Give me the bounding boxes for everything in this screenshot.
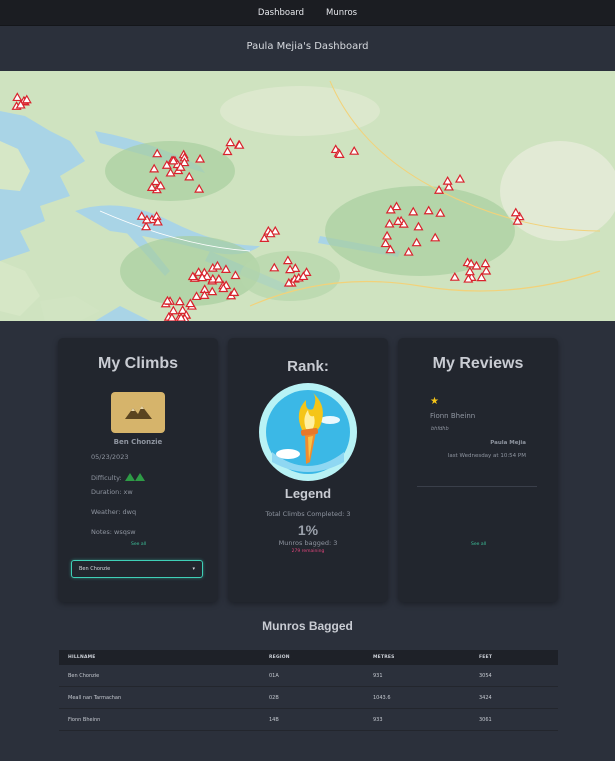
rank-badge: [258, 382, 358, 486]
difficulty-triangle-icon: [124, 473, 135, 481]
review-divider: [417, 486, 537, 487]
cell-metres: 931: [364, 665, 470, 687]
my-climbs-card: My Climbs Ben Chonzie 05/23/2023 Difficu…: [58, 338, 218, 602]
rank-title: Rank:: [287, 358, 329, 375]
top-navbar: Dashboard Munros: [0, 0, 615, 26]
cell-metres: 1043.6: [364, 686, 470, 709]
nav-munros-link[interactable]: Munros: [326, 8, 357, 18]
map-canvas[interactable]: [0, 71, 615, 321]
total-climbs: Total Climbs Completed: 3: [265, 510, 351, 518]
table-row[interactable]: Fionn Bheinn 14B 933 3061: [59, 708, 558, 731]
climb-difficulty: Difficulty:: [91, 473, 145, 483]
climb-weather: Weather: dwq: [91, 508, 137, 516]
column-metres[interactable]: METRES: [364, 650, 470, 665]
munro-map[interactable]: [0, 71, 615, 321]
chevron-down-icon: ▾: [192, 566, 195, 572]
review-text: bhfdhb: [431, 426, 449, 432]
column-hillname[interactable]: HILLNAME: [59, 650, 260, 665]
my-reviews-title: My Reviews: [432, 355, 524, 372]
cell-hillname: Ben Chonzie: [59, 665, 260, 687]
climb-select-value: Ben Chonzie: [79, 566, 111, 572]
my-climbs-title: My Climbs: [97, 355, 178, 372]
climb-date: 05/23/2023: [91, 453, 129, 461]
completion-percent: 1%: [297, 522, 319, 538]
munros-remaining: 279 remaining: [291, 549, 325, 554]
cell-feet: 3424: [470, 686, 558, 709]
difficulty-label: Difficulty:: [91, 474, 122, 482]
cell-metres: 933: [364, 708, 470, 731]
munros-bagged-table: HILLNAME REGION METRES FEET Ben Chonzie …: [59, 650, 558, 731]
review-time: last Wednesday at 10:54 PM: [447, 453, 526, 459]
table-row[interactable]: Meall nan Tarmachan 02B 1043.6 3424: [59, 686, 558, 709]
climb-duration: Duration: xw: [91, 488, 133, 496]
cell-hillname: Fionn Bheinn: [59, 708, 260, 731]
climb-notes: Notes: wsqsw: [91, 528, 136, 536]
cell-hillname: Meall nan Tarmachan: [59, 686, 260, 709]
cell-region: 02B: [260, 686, 364, 709]
cell-feet: 3061: [470, 708, 558, 731]
review-author: Paula Mejia: [490, 440, 526, 446]
torch-icon: [259, 383, 357, 481]
nav-dashboard-link[interactable]: Dashboard: [258, 8, 304, 18]
difficulty-triangle-icon: [134, 473, 145, 481]
cell-region: 14B: [260, 708, 364, 731]
munros-bagged-count: Munros bagged: 3: [278, 539, 338, 547]
mountain-icon: [125, 406, 152, 419]
cell-feet: 3054: [470, 665, 558, 687]
review-hill-name: Fionn Bheinn: [430, 412, 476, 420]
page-title: Paula Mejia's Dashboard: [246, 41, 369, 52]
mountain-thumbnail: [111, 392, 165, 433]
review-rating: ★: [430, 396, 439, 407]
climbs-see-all-link[interactable]: See all: [131, 542, 146, 547]
cell-region: 01A: [260, 665, 364, 687]
climb-hill-name: Ben Chonzie: [113, 438, 163, 446]
column-feet[interactable]: FEET: [470, 650, 558, 665]
my-reviews-card: My Reviews ★ Fionn Bheinn bhfdhb Paula M…: [398, 338, 558, 602]
rank-level: Legend: [284, 486, 332, 501]
star-icon: ★: [430, 396, 439, 407]
rank-card: Rank: Legend Total Climbs Completed: 3 1…: [228, 338, 388, 602]
table-header-row: HILLNAME REGION METRES FEET: [59, 650, 558, 665]
munros-bagged-title: Munros Bagged: [262, 619, 353, 633]
table-row[interactable]: Ben Chonzie 01A 931 3054: [59, 665, 558, 687]
climb-select[interactable]: Ben Chonzie ▾: [71, 560, 203, 578]
reviews-see-all-link[interactable]: See all: [471, 542, 486, 547]
column-region[interactable]: REGION: [260, 650, 364, 665]
difficulty-icons: [124, 473, 145, 483]
